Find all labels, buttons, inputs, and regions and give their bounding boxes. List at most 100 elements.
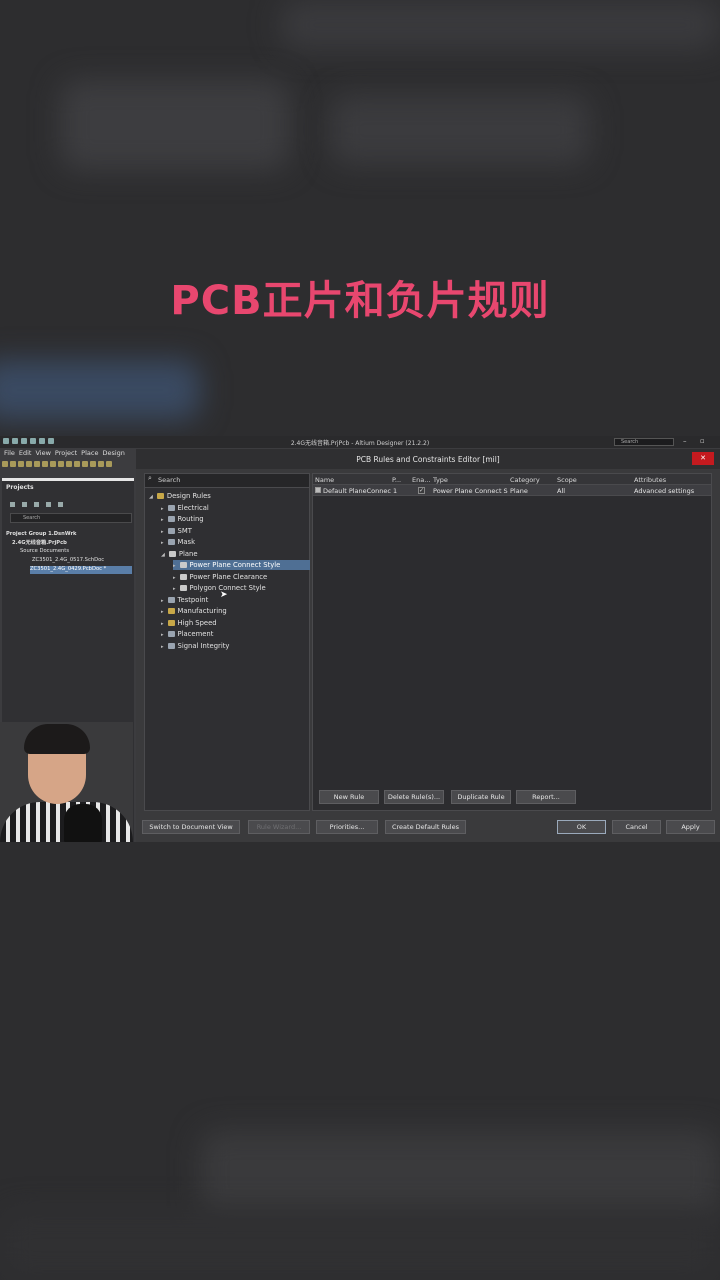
menu-design[interactable]: Design (102, 449, 124, 457)
minimize-icon[interactable]: – (683, 437, 687, 445)
tree-category-smt[interactable]: ▸ SMT (161, 526, 192, 536)
chevron-right-icon[interactable]: ▸ (161, 598, 164, 604)
rules-grid-pane: Name P... Ena... Type Category Scope Att… (312, 473, 712, 811)
rule-wizard-button: Rule Wizard... (248, 820, 310, 834)
chevron-right-icon[interactable]: ▸ (173, 575, 176, 581)
rule-icon (179, 584, 187, 591)
menu-project[interactable]: Project (55, 449, 77, 457)
files-icon[interactable] (46, 502, 51, 507)
toolbar-icon[interactable] (74, 461, 80, 467)
toolbar-icon[interactable] (106, 461, 112, 467)
column-header-enabled[interactable]: Ena... (412, 476, 430, 484)
tree-category-placement[interactable]: ▸ Placement (161, 629, 213, 639)
projects-search-input[interactable]: Search (10, 513, 132, 523)
ok-button[interactable]: OK (557, 820, 606, 834)
toolbar-icon[interactable] (34, 461, 40, 467)
priorities-button[interactable]: Priorities... (316, 820, 378, 834)
toolbar-icon[interactable] (66, 461, 72, 467)
delete-rule-button[interactable]: Delete Rule(s)... (384, 790, 444, 804)
chevron-right-icon[interactable]: ▸ (161, 644, 164, 650)
manufacturing-icon (167, 607, 175, 614)
tree-category-electrical[interactable]: ▸ Electrical (161, 503, 209, 513)
toolbar-icon[interactable] (10, 461, 16, 467)
enabled-checkbox[interactable]: ✓ (418, 487, 425, 494)
switch-to-document-view-button[interactable]: Switch to Document View (142, 820, 240, 834)
tree-category-mask[interactable]: ▸ Mask (161, 537, 195, 547)
rules-editor-dialog: PCB Rules and Constraints Editor [mil] ✕… (136, 449, 720, 842)
report-button[interactable]: Report... (516, 790, 576, 804)
tree-project-group[interactable]: Project Group 1.DsnWrk (6, 531, 76, 537)
duplicate-rule-button[interactable]: Duplicate Rule (451, 790, 511, 804)
signal-integrity-icon (167, 642, 175, 649)
toolbar-icon[interactable] (26, 461, 32, 467)
search-icon: ⌕ (148, 474, 152, 482)
chevron-right-icon[interactable]: ▸ (161, 529, 164, 535)
projects-panel-toolbar (10, 501, 70, 509)
titlebar-search-input[interactable]: Search (614, 438, 674, 446)
toolbar-icon[interactable] (2, 461, 8, 467)
blurred-background (200, 1130, 720, 1220)
rules-search-input[interactable]: Search (145, 474, 309, 488)
tree-category-plane[interactable]: ◢ Plane (161, 549, 198, 559)
column-header-type[interactable]: Type (433, 476, 448, 484)
tree-category-manufacturing[interactable]: ▸ Manufacturing (161, 606, 227, 616)
column-header-scope[interactable]: Scope (557, 476, 577, 484)
toolbar-icon[interactable] (98, 461, 104, 467)
menu-place[interactable]: Place (81, 449, 98, 457)
gear-icon[interactable] (58, 502, 63, 507)
create-default-rules-button[interactable]: Create Default Rules (385, 820, 466, 834)
chevron-right-icon[interactable]: ▸ (161, 621, 164, 627)
toolbar-icon[interactable] (50, 461, 56, 467)
chevron-right-icon[interactable]: ▸ (161, 540, 164, 546)
cell-priority: 1 (393, 487, 398, 495)
close-button[interactable]: ✕ (692, 452, 714, 465)
chevron-down-icon[interactable]: ◢ (149, 494, 153, 500)
chevron-down-icon[interactable]: ◢ (161, 552, 165, 558)
mask-icon (167, 538, 175, 545)
menu-view[interactable]: View (35, 449, 50, 457)
mouse-cursor-icon: ➤ (220, 590, 228, 600)
toolbar-icon[interactable] (42, 461, 48, 467)
tree-category-high-speed[interactable]: ▸ High Speed (161, 618, 217, 628)
tree-rule-power-plane-clearance[interactable]: ▸ Power Plane Clearance (173, 572, 267, 582)
tree-design-rules[interactable]: ◢ Design Rules (149, 491, 211, 501)
chevron-right-icon[interactable]: ▸ (173, 586, 176, 592)
maximize-icon[interactable]: ▫ (700, 437, 705, 445)
chevron-right-icon[interactable]: ▸ (161, 506, 164, 512)
column-header-name[interactable]: Name (315, 476, 334, 484)
tree-category-signal-integrity[interactable]: ▸ Signal Integrity (161, 641, 229, 651)
chevron-right-icon[interactable]: ▸ (161, 517, 164, 523)
chevron-right-icon[interactable]: ▸ (161, 632, 164, 638)
workspace-icon[interactable] (10, 502, 15, 507)
tree-project[interactable]: 2.4G无线音箱.PrjPcb (12, 539, 67, 546)
table-row[interactable]: Default PlaneConnect 1 ✓ Power Plane Con… (313, 485, 711, 496)
new-rule-button[interactable]: New Rule (319, 790, 379, 804)
menu-file[interactable]: File (4, 449, 15, 457)
webcam-overlay (0, 722, 133, 842)
column-header-priority[interactable]: P... (392, 476, 401, 484)
column-header-attributes[interactable]: Attributes (634, 476, 666, 484)
toolbar-icon[interactable] (82, 461, 88, 467)
app-titlebar: 2.4G无线音箱.PrjPcb - Altium Designer (21.2.… (0, 436, 720, 448)
tree-source-documents[interactable]: Source Documents (20, 548, 69, 554)
testpoint-icon (167, 596, 175, 603)
folder-icon[interactable] (34, 502, 39, 507)
high-speed-icon (167, 619, 175, 626)
toolbar-icon[interactable] (58, 461, 64, 467)
tree-pcbdoc[interactable]: ZC3501_2.4G_0429.PcbDoc * (30, 566, 132, 574)
tree-category-routing[interactable]: ▸ Routing (161, 514, 204, 524)
toolbar-icon[interactable] (18, 461, 24, 467)
cell-scope: All (557, 487, 566, 495)
menu-edit[interactable]: Edit (19, 449, 32, 457)
cancel-button[interactable]: Cancel (612, 820, 661, 834)
video-frame: PCB正片和负片规则 2.4G无线音箱.PrjPcb - Altium Desi… (0, 0, 720, 1280)
toolbar-icon[interactable] (90, 461, 96, 467)
project-icon[interactable] (22, 502, 27, 507)
chevron-right-icon[interactable]: ▸ (161, 609, 164, 615)
apply-button[interactable]: Apply (666, 820, 715, 834)
tree-schdoc[interactable]: ZC3501_2.4G_0517.SchDoc (32, 557, 104, 563)
tree-rule-power-plane-connect-style[interactable]: ▸ Power Plane Connect Style (173, 560, 311, 570)
column-header-category[interactable]: Category (510, 476, 540, 484)
tree-category-testpoint[interactable]: ▸ Testpoint (161, 595, 208, 605)
chevron-right-icon[interactable]: ▸ (173, 563, 176, 569)
